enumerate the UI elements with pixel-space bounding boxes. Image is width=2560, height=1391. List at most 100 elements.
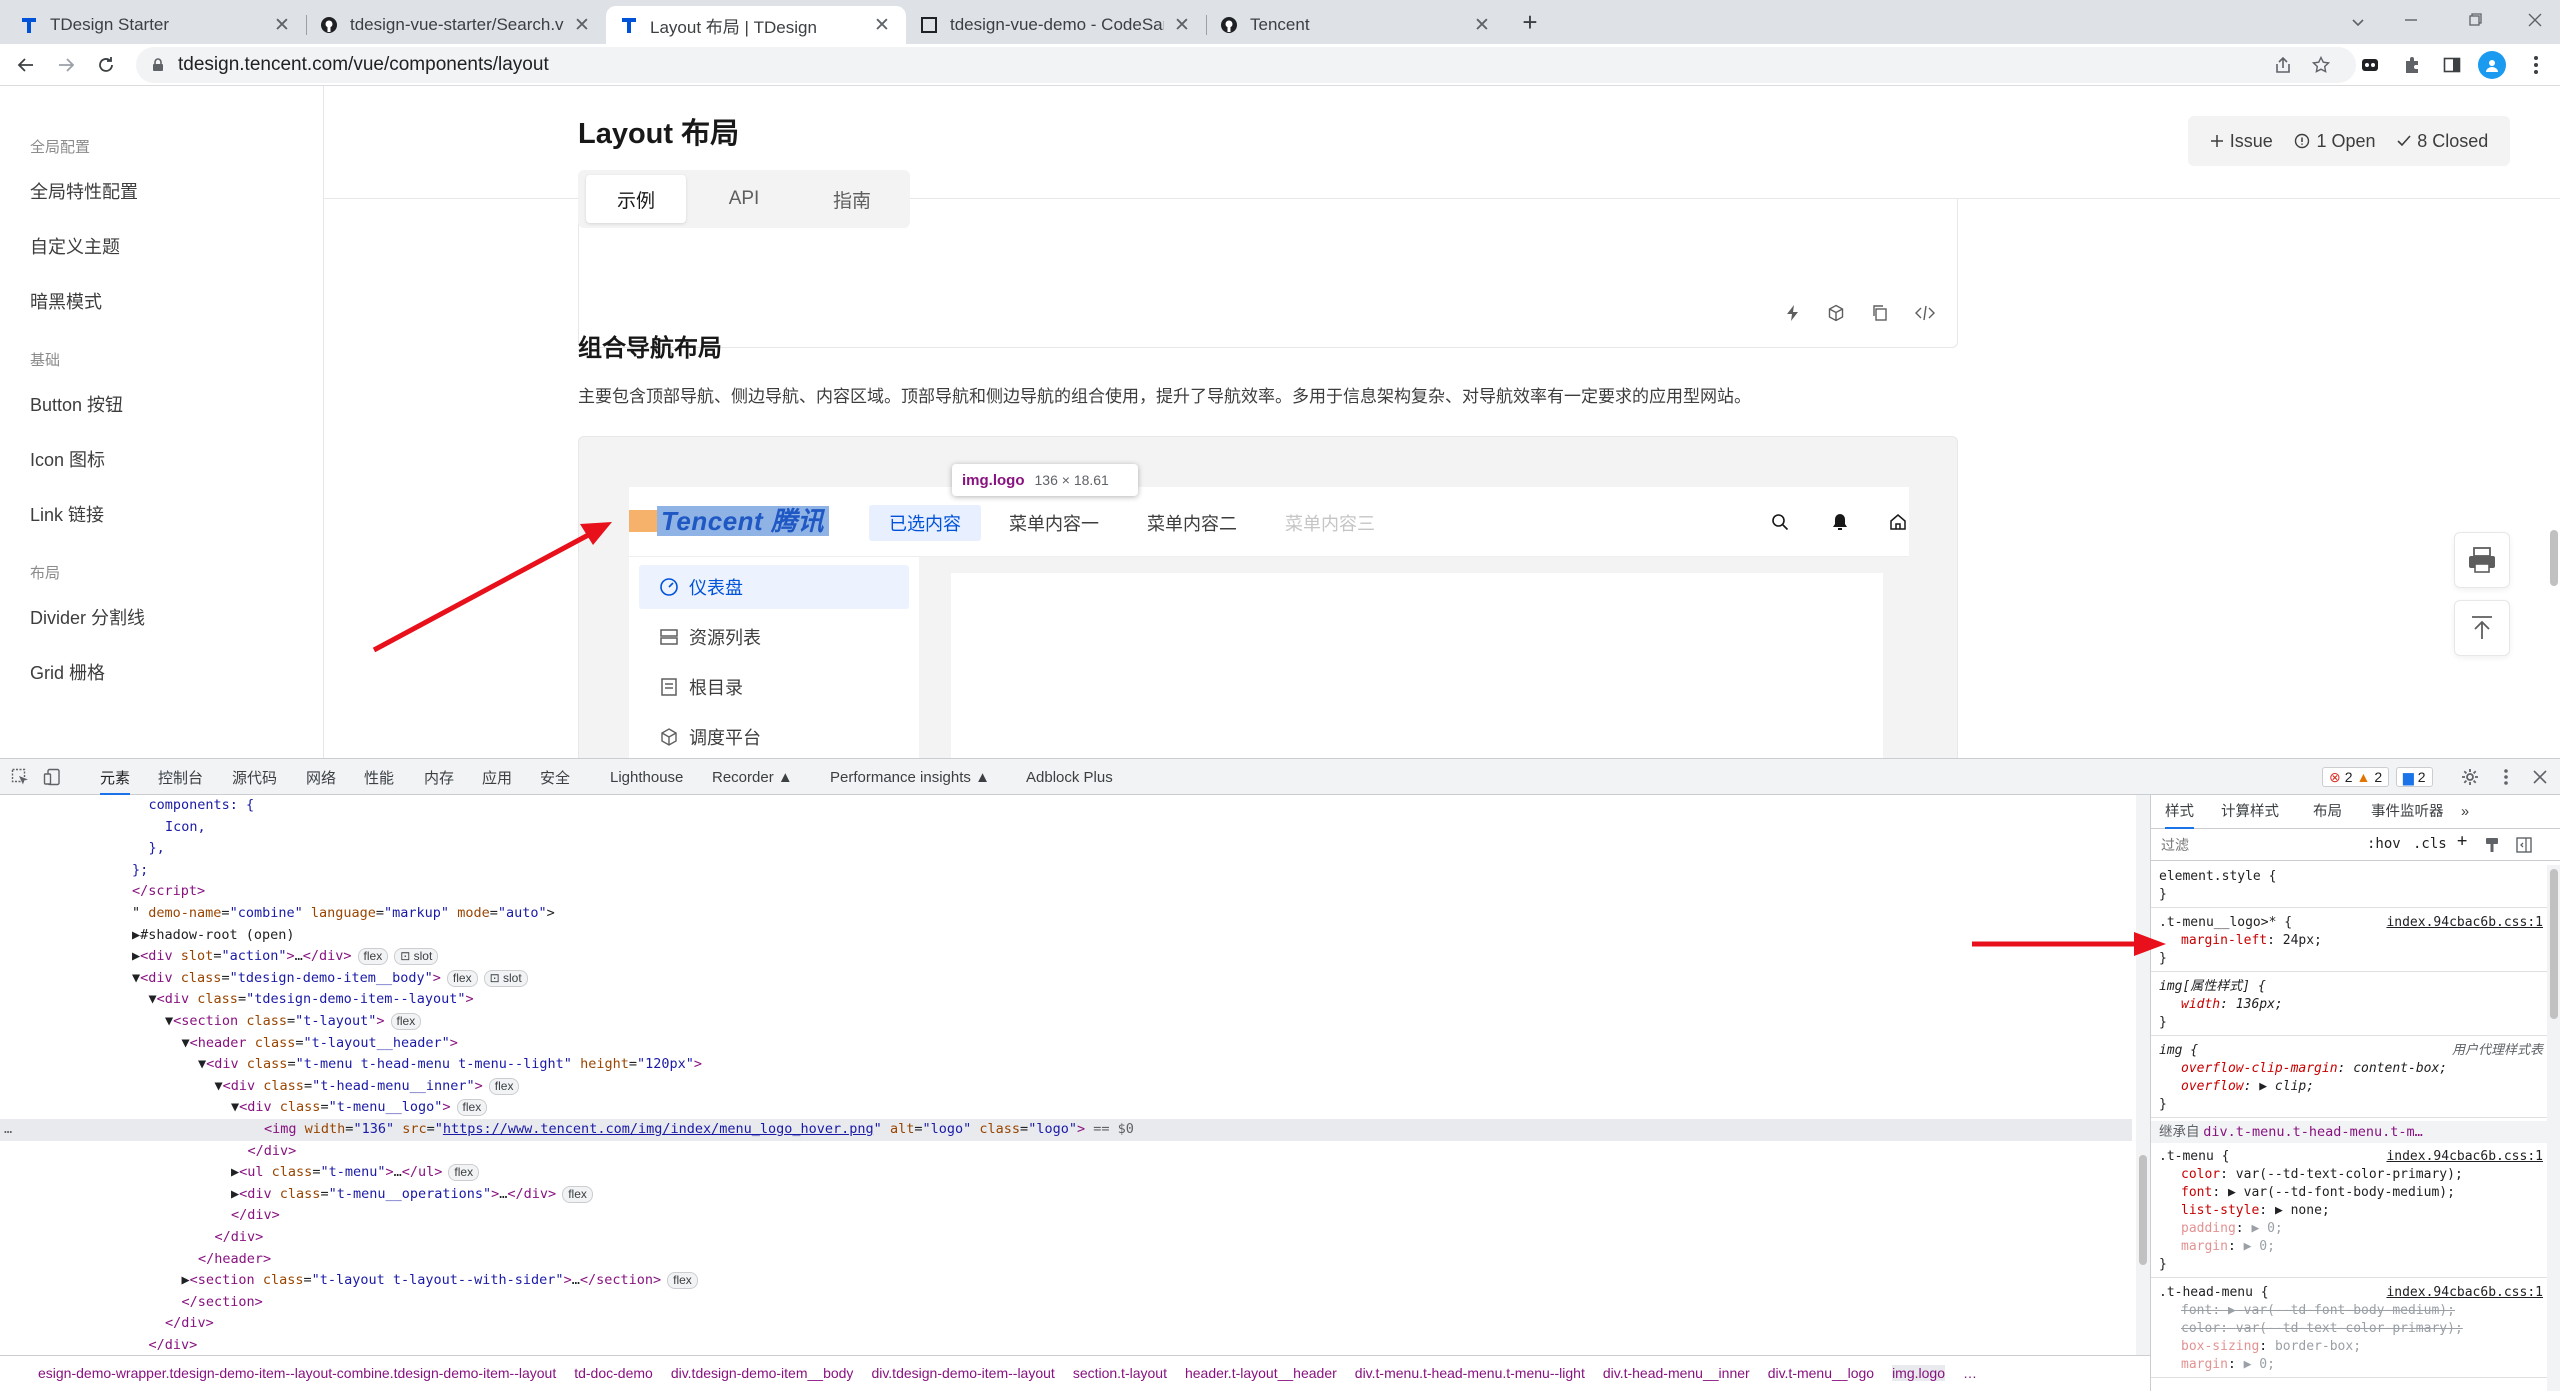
- tab-close-icon[interactable]: ✕: [572, 14, 592, 37]
- css-property-name[interactable]: font: [2181, 1303, 2212, 1318]
- css-property[interactable]: color: var(--td-text-color-primary);: [2159, 1166, 2539, 1184]
- close-devtools-icon[interactable]: [2530, 767, 2550, 787]
- close-window-icon[interactable]: [2520, 8, 2550, 32]
- device-toolbar-icon[interactable]: [42, 767, 62, 787]
- css-property[interactable]: width: 136px;: [2159, 996, 2539, 1014]
- css-property[interactable]: overflow: ▶ clip;: [2159, 1078, 2539, 1096]
- styles-scroll-thumb[interactable]: [2550, 869, 2558, 1019]
- css-source-link[interactable]: index.94cbac6b.css:1: [2386, 1284, 2543, 1302]
- dom-node[interactable]: ▼<header class="t-layout__header">: [0, 1033, 458, 1055]
- css-property-value[interactable]: border-box;: [2275, 1339, 2361, 1354]
- devtools-tab-2[interactable]: 源代码: [232, 759, 277, 795]
- sidebar-item[interactable]: Divider 分割线: [30, 604, 145, 630]
- dom-node[interactable]: ▶<ul class="t-menu">…</ul> flex: [0, 1162, 480, 1184]
- css-property-name[interactable]: font: [2181, 1185, 2212, 1200]
- dom-node[interactable]: " demo-name="combine" language="markup" …: [0, 903, 555, 925]
- devtools-more-icon[interactable]: [2496, 767, 2516, 787]
- head-menu-item-2[interactable]: 菜单内容二: [1133, 505, 1251, 541]
- tab-close-icon[interactable]: ✕: [1172, 14, 1192, 37]
- demo-logo[interactable]: Tencent 腾讯: [629, 506, 829, 536]
- styles-scrollbar[interactable]: [2547, 865, 2560, 1391]
- breadcrumb-item[interactable]: div.tdesign-demo-item__body: [671, 1365, 854, 1381]
- node-more-dots[interactable]: …: [4, 1119, 12, 1141]
- restore-icon[interactable]: [2460, 8, 2490, 32]
- devtools-tab-10[interactable]: Performance insights ▲: [830, 759, 990, 795]
- devtools-tab-9[interactable]: Recorder ▲: [712, 759, 793, 795]
- reload-icon[interactable]: [94, 53, 118, 77]
- notification-bell-icon[interactable]: [1829, 511, 1851, 533]
- css-property-name[interactable]: margin: [2181, 1357, 2228, 1372]
- devtools-tab-0[interactable]: 元素: [100, 759, 131, 795]
- side-menu-item-2[interactable]: 根目录: [639, 665, 909, 709]
- doc-tab-0[interactable]: 示例: [586, 175, 686, 223]
- error-count-badge[interactable]: ⊗ 2 ▲ 2: [2322, 767, 2390, 787]
- css-rule[interactable]: img[属性样式] {width: 136px;}: [2151, 975, 2547, 1036]
- css-rule[interactable]: .t-head-menu {index.94cbac6b.css:1 font: …: [2151, 1281, 2547, 1378]
- elements-scrollbar[interactable]: [2136, 795, 2150, 1355]
- inherited-source[interactable]: div.t-menu.t-head-menu.t-m…: [2203, 1124, 2422, 1140]
- cube-icon[interactable]: [1827, 304, 1845, 322]
- devtools-tab-4[interactable]: 性能: [364, 759, 394, 795]
- side-menu-item-0[interactable]: 仪表盘: [639, 565, 909, 609]
- css-property-value[interactable]: var(--td-text-color-primary);: [2236, 1167, 2463, 1182]
- bookmark-star-icon[interactable]: [2310, 54, 2332, 76]
- toggle-sidebar-icon[interactable]: [2515, 836, 2533, 854]
- minimize-icon[interactable]: [2396, 8, 2426, 32]
- devtools-tab-1[interactable]: 控制台: [158, 759, 203, 795]
- breadcrumb-item[interactable]: div.tdesign-demo-item--layout: [871, 1365, 1054, 1381]
- extension-dark-icon[interactable]: [2358, 53, 2382, 77]
- breadcrumb-item[interactable]: div.t-head-menu__inner: [1603, 1365, 1750, 1381]
- dom-node[interactable]: ▼<div class="t-head-menu__inner"> flex: [0, 1076, 520, 1098]
- css-property[interactable]: margin: ▶ 0;: [2159, 1238, 2539, 1256]
- new-tab-button[interactable]: +: [1516, 7, 1544, 37]
- lightning-icon[interactable]: [1785, 304, 1801, 322]
- css-property-value[interactable]: content-box;: [2353, 1061, 2447, 1076]
- css-rule[interactable]: element.style {}: [2151, 865, 2547, 908]
- code-icon[interactable]: [1915, 304, 1935, 322]
- tab-close-icon[interactable]: ✕: [272, 14, 292, 37]
- styles-tab-1[interactable]: 计算样式: [2221, 795, 2279, 829]
- css-property-name[interactable]: color: [2181, 1321, 2220, 1336]
- back-to-top-button[interactable]: [2454, 600, 2510, 656]
- styles-tab-0[interactable]: 样式: [2165, 795, 2194, 829]
- head-menu-item-3[interactable]: 菜单内容三: [1271, 505, 1389, 541]
- inspect-element-icon[interactable]: [10, 767, 30, 787]
- css-source-link[interactable]: index.94cbac6b.css:1: [2386, 914, 2543, 932]
- dom-node[interactable]: </script>: [0, 881, 205, 903]
- css-property-value[interactable]: var(--td-text-color-primary);: [2236, 1321, 2463, 1336]
- css-property-name[interactable]: margin: [2181, 1239, 2228, 1254]
- tab-close-icon[interactable]: ✕: [1472, 14, 1492, 37]
- copy-icon[interactable]: [1871, 304, 1889, 322]
- breadcrumb-item[interactable]: section.t-layout: [1073, 1365, 1167, 1381]
- dom-node[interactable]: </div>: [0, 1205, 280, 1227]
- styles-tab-2[interactable]: 布局: [2313, 795, 2342, 829]
- css-property-name[interactable]: color: [2181, 1167, 2220, 1182]
- dom-node[interactable]: </div>: [0, 1227, 264, 1249]
- cls-toggle[interactable]: .cls: [2413, 835, 2447, 853]
- breadcrumb-item[interactable]: esign-demo-wrapper.tdesign-demo-item--la…: [38, 1365, 556, 1381]
- breadcrumb-item[interactable]: img.logo: [1892, 1365, 1945, 1381]
- breadcrumb-item[interactable]: div.t-menu.t-head-menu.t-menu--light: [1355, 1365, 1585, 1381]
- side-menu-item-3[interactable]: 调度平台: [639, 715, 909, 758]
- css-property-value[interactable]: ▶ none;: [2275, 1203, 2330, 1218]
- sidebar-item[interactable]: 自定义主题: [30, 233, 120, 259]
- dom-node[interactable]: ▶<div slot="action">…</div> flex ⊡ slot: [0, 946, 439, 968]
- breadcrumb-item[interactable]: header.t-layout__header: [1185, 1365, 1337, 1381]
- css-property-name[interactable]: padding: [2181, 1221, 2236, 1236]
- dom-node[interactable]: ▼<div class="t-menu__logo"> flex: [0, 1097, 488, 1119]
- dom-node[interactable]: </header>: [0, 1249, 271, 1271]
- css-property-value[interactable]: 24px;: [2283, 933, 2322, 948]
- sidepanel-icon[interactable]: [2440, 53, 2464, 77]
- side-menu-item-1[interactable]: 资源列表: [639, 615, 909, 659]
- elements-dom-tree[interactable]: components: {Icon,},}; </script> " demo-na…: [0, 795, 2132, 1355]
- dom-node[interactable]: Icon,: [0, 817, 206, 839]
- dom-node[interactable]: </section>: [0, 1292, 263, 1314]
- css-property[interactable]: color: var(--td-text-color-primary);: [2159, 1320, 2539, 1338]
- styles-filter-input[interactable]: [2161, 835, 2341, 855]
- address-bar[interactable]: tdesign.tencent.com/vue/components/layou…: [136, 47, 2356, 83]
- sidebar-item[interactable]: Grid 栅格: [30, 659, 105, 685]
- dom-node[interactable]: ▼<div class="t-menu t-head-menu t-menu--…: [0, 1054, 702, 1076]
- css-property-value[interactable]: 136px;: [2236, 997, 2283, 1012]
- avatar[interactable]: [2478, 51, 2506, 79]
- elements-scroll-thumb[interactable]: [2139, 1155, 2147, 1265]
